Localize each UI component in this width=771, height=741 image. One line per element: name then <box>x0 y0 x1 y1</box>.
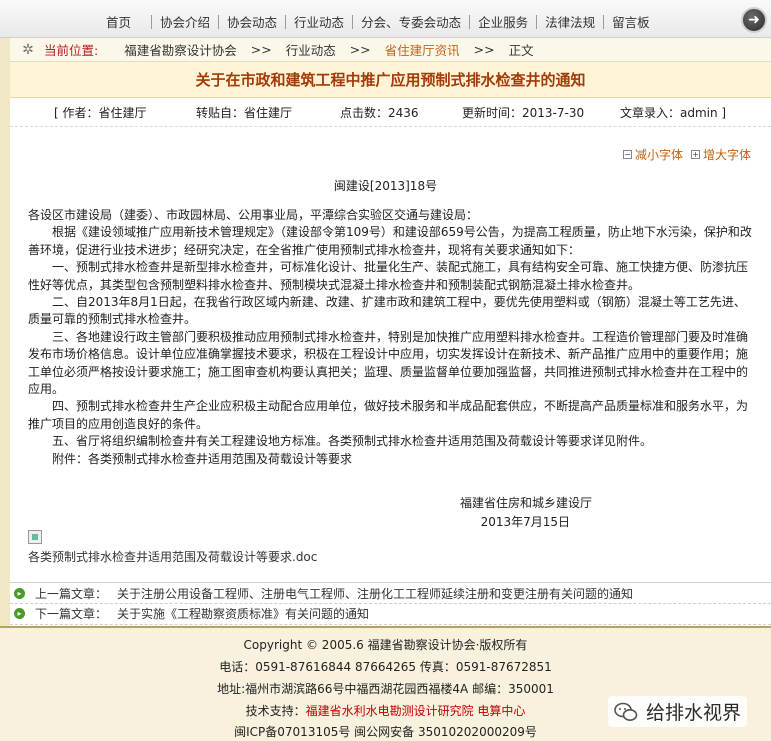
footer-support-link[interactable]: 福建省水利水电勘测设计研究院 电算中心 <box>306 704 526 718</box>
breadcrumb-separator: >> <box>349 42 371 57</box>
decrease-font-button[interactable]: − 减小字体 <box>622 146 683 163</box>
breadcrumb-category[interactable]: 省住建厅资讯 <box>385 40 460 59</box>
nav-laws[interactable]: 法律法规 <box>537 12 603 31</box>
breadcrumb-home[interactable]: 福建省勘察设计协会 <box>124 40 237 59</box>
gear-icon: ✲ <box>22 41 34 58</box>
paragraph: 二、自2013年8月1日起，在我省行政区域内新建、改建、扩建市政和建筑工程中，要… <box>28 295 746 327</box>
wechat-icon <box>614 702 638 721</box>
meta-source: 转贴自：省住建厅 <box>196 106 293 120</box>
arrow-right-icon: ▸ <box>14 587 25 599</box>
paragraph: 根据《建设领域推广应用新技术管理规定》（建设部令第109号）和建设部659号公告… <box>28 225 752 257</box>
nav-home[interactable]: 首页 <box>92 12 151 31</box>
watermark-text: 给排水视界 <box>645 702 741 724</box>
watermark: 给排水视界 <box>607 696 747 727</box>
article-body: 各设区市建设局（建委）、市政园林局、公用事业局，平潭综合实验区交通与建设局： 根… <box>28 207 753 468</box>
next-article-label: 下一篇文章： <box>35 607 108 621</box>
article-title-bar: 关于在市政和建筑工程中推广应用预制式排水检查井的通知 <box>10 62 771 98</box>
prev-article-label: 上一篇文章： <box>35 586 108 601</box>
footer-copyright: Copyright © 2005.6 福建省勘察设计协会·版权所有 <box>243 638 528 652</box>
footer-support-label: 技术支持： <box>245 704 306 718</box>
breadcrumb: ✲ 当前位置: 福建省勘察设计协会 >> 行业动态 >> 省住建厅资讯 >> 正… <box>10 38 771 62</box>
increase-font-button[interactable]: + 增大字体 <box>690 146 751 163</box>
meta-updated: 更新时间：2013-7-30 <box>462 106 585 120</box>
signer: 福建省住房和城乡建设厅 <box>460 496 593 510</box>
attachment-link[interactable]: 各类预制式排水检查井适用范围及荷载设计等要求.doc <box>28 548 317 565</box>
breadcrumb-current: 正文 <box>508 43 534 58</box>
arrow-right-icon: ▸ <box>14 608 25 619</box>
meta-author: [ 作者：省住建厅 <box>54 106 147 120</box>
nav-association-news[interactable]: 协会动态 <box>219 12 285 31</box>
increase-font-label: 增大字体 <box>702 148 751 162</box>
nav-guestbook[interactable]: 留言板 <box>604 12 658 31</box>
nav-about[interactable]: 协会介绍 <box>152 12 218 31</box>
breadcrumb-separator: >> <box>473 42 495 57</box>
nav-items: 首页 协会介绍 协会动态 行业动态 分会、专委会动态 企业服务 法律法规 留言板 <box>92 12 658 31</box>
article-meta: [ 作者：省住建厅 转贴自：省住建厅 点击数：2436 更新时间：2013-7-… <box>10 99 771 127</box>
nav-enterprise-service[interactable]: 企业服务 <box>470 12 536 31</box>
paragraph: 四、预制式排水检查井生产企业应积极主动配合应用单位，做好技术服务和半成品配套供应… <box>28 399 749 431</box>
breadcrumb-separator: >> <box>250 42 272 57</box>
article-title: 关于在市政和建筑工程中推广应用预制式排水检查井的通知 <box>195 71 586 89</box>
footer-address: 地址:福州市湖滨路66号中福西湖花园西福楼4A 邮编：350001 <box>217 682 554 696</box>
paragraph: 一、预制式排水检查井是新型排水检查井，可标准化设计、批量化生产、装配式施工，具有… <box>28 260 749 292</box>
minus-icon: − <box>622 150 632 159</box>
breadcrumb-industry-news[interactable]: 行业动态 <box>286 40 336 59</box>
document-number: 闽建设[2013]18号 <box>333 179 438 193</box>
nav-industry-news[interactable]: 行业动态 <box>286 12 352 31</box>
font-size-controls: − 减小字体 + 增大字体 <box>615 146 751 163</box>
prev-article: ▸ 上一篇文章： 关于注册公用设备工程师、注册电气工程师、注册化工工程师延续注册… <box>10 582 771 604</box>
paragraph: 五、省厅将组织编制检查井有关工程建设地方标准。各类预制式排水检查井适用范围及荷载… <box>52 434 653 449</box>
paragraph: 三、各地建设行政主管部门要积极推动应用预制式排水检查井，特别是加快推广应用塑料排… <box>28 329 749 397</box>
next-article-link[interactable]: 关于实施《工程勘察资质标准》有关问题的通知 <box>117 605 369 622</box>
footer-phone: 电话：0591-87616844 87664265 传真：0591-876728… <box>219 660 552 674</box>
nav-branch-news[interactable]: 分会、专委会动态 <box>353 12 469 31</box>
plus-icon: + <box>690 150 700 159</box>
paragraph: 附件：各类预制式排水检查井适用范围及荷载设计等要求 <box>52 451 353 466</box>
breadcrumb-label: 当前位置: <box>44 43 99 58</box>
paragraph: 各设区市建设局（建委）、市政园林局、公用事业局，平潭综合实验区交通与建设局： <box>28 208 479 222</box>
next-article: ▸ 下一篇文章： 关于实施《工程勘察资质标准》有关问题的通知 <box>10 603 771 625</box>
top-navigation: 首页 协会介绍 协会动态 行业动态 分会、专委会动态 企业服务 法律法规 留言板… <box>0 0 771 38</box>
image-placeholder-icon <box>28 530 42 544</box>
meta-hits: 点击数：2436 <box>340 106 419 120</box>
meta-editor: 文章录入：admin ] <box>620 106 727 120</box>
prev-article-link[interactable]: 关于注册公用设备工程师、注册电气工程师、注册化工工程师延续注册和变更注册有关问题… <box>117 585 633 602</box>
decrease-font-label: 减小字体 <box>634 148 683 162</box>
forward-arrow-icon[interactable]: ➜ <box>741 7 767 33</box>
signature-block: 福建省住房和城乡建设厅 2013年7月15日 <box>460 494 592 532</box>
sign-date: 2013年7月15日 <box>480 515 571 529</box>
